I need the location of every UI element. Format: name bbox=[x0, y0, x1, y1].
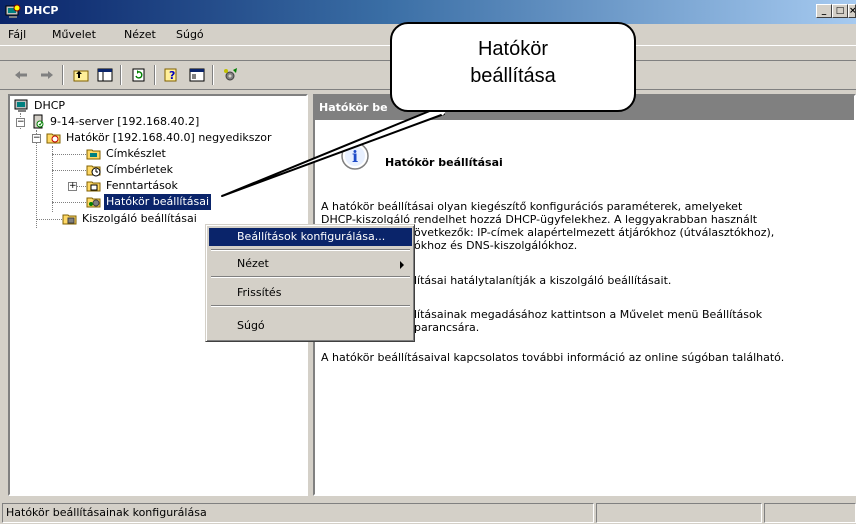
close-button[interactable]: × bbox=[848, 4, 856, 18]
menu-item-refresh[interactable]: Frissítés bbox=[209, 284, 412, 302]
details-text-line: övetkezők: IP-címek alapértelmezett átjá… bbox=[414, 226, 775, 239]
help-icon[interactable]: ? bbox=[162, 65, 184, 85]
details-text-line: A hatókör beállításai olyan kiegészítő k… bbox=[321, 200, 743, 213]
menu-item-view[interactable]: Nézet bbox=[209, 255, 412, 273]
refresh-icon[interactable] bbox=[128, 65, 150, 85]
toolbar-separator bbox=[120, 65, 122, 85]
menu-item-label: Nézet bbox=[237, 257, 269, 270]
menu-view[interactable]: Nézet bbox=[124, 28, 156, 41]
details-text-line: parancsára. bbox=[414, 321, 480, 334]
dhcp-app-icon bbox=[5, 4, 21, 18]
window-title: DHCP bbox=[24, 4, 59, 17]
toolbar-separator bbox=[62, 65, 64, 85]
annotation-callout: Hatókör beállítása bbox=[390, 22, 636, 112]
tree-collapse-toggle[interactable]: − bbox=[16, 118, 25, 127]
details-text-line: lításai hatálytalanítják a kiszolgáló be… bbox=[414, 274, 672, 287]
svg-text:i: i bbox=[352, 147, 358, 166]
title-bar[interactable]: DHCP _ □ × bbox=[0, 0, 856, 24]
up-folder-icon[interactable] bbox=[70, 65, 92, 85]
tree-label: Hatókör beállításai bbox=[104, 194, 212, 210]
server-icon bbox=[33, 114, 44, 129]
dhcp-icon bbox=[14, 99, 28, 112]
status-panel bbox=[764, 503, 856, 523]
dhcp-window: DHCP _ □ × Fájl Művelet Nézet Súgó ? DHC… bbox=[0, 0, 856, 524]
minimize-button[interactable]: _ bbox=[816, 4, 832, 18]
details-title: Hatókör beállításai bbox=[385, 156, 503, 169]
tree-expand-toggle[interactable]: + bbox=[68, 182, 77, 191]
menu-item-help[interactable]: Súgó bbox=[209, 317, 412, 335]
menu-separator bbox=[211, 305, 410, 307]
menu-item-configure-options[interactable]: Beállítások konfigurálása... bbox=[209, 228, 412, 246]
callout-text-line: beállítása bbox=[470, 65, 556, 87]
tree-connector bbox=[52, 154, 88, 155]
menu-file[interactable]: Fájl bbox=[8, 28, 26, 41]
tree-label: Fenntartások bbox=[106, 179, 178, 192]
reservations-icon bbox=[86, 181, 101, 192]
leases-icon bbox=[86, 165, 101, 177]
svg-text:?: ? bbox=[169, 69, 175, 82]
tree-label: 9-14-server [192.168.40.2] bbox=[50, 115, 200, 128]
back-arrow-icon[interactable] bbox=[10, 65, 32, 85]
tree-connector bbox=[52, 202, 88, 203]
maximize-button[interactable]: □ bbox=[832, 4, 848, 18]
tree-label: DHCP bbox=[34, 99, 66, 112]
scope-folder-icon bbox=[46, 133, 61, 144]
tree-connector bbox=[36, 130, 37, 228]
address-pool-icon bbox=[86, 149, 101, 160]
show-hide-tree-icon[interactable] bbox=[94, 65, 116, 85]
toolbar-separator bbox=[154, 65, 156, 85]
status-text: Hatókör beállításainak konfigurálása bbox=[2, 503, 594, 523]
tree-label: Kiszolgáló beállításai bbox=[82, 212, 197, 225]
menu-action[interactable]: Művelet bbox=[52, 28, 96, 41]
tree-label: Címkészlet bbox=[106, 147, 166, 160]
tree-connector bbox=[52, 170, 88, 171]
tree-connector bbox=[36, 219, 62, 220]
console-icon[interactable] bbox=[186, 65, 208, 85]
menu-separator bbox=[211, 249, 410, 251]
details-text-line: lításainak megadásához kattintson a Műve… bbox=[414, 308, 763, 321]
menu-separator bbox=[211, 276, 410, 278]
context-menu: Beállítások konfigurálása... Nézet Friss… bbox=[205, 224, 415, 342]
details-text-line: A hatókör beállításaival kapcsolatos tov… bbox=[321, 351, 785, 364]
tree-label: Címbérletek bbox=[106, 163, 173, 176]
details-text-line: ókhoz és DNS-kiszolgálókhoz. bbox=[414, 239, 578, 252]
menu-help[interactable]: Súgó bbox=[176, 28, 204, 41]
status-bar: Hatókör beállításainak konfigurálása bbox=[0, 500, 856, 524]
server-options-icon bbox=[62, 214, 77, 225]
callout-text-line: Hatókör bbox=[477, 38, 549, 60]
tree-collapse-toggle[interactable]: − bbox=[32, 134, 41, 143]
scope-options-icon bbox=[86, 197, 101, 208]
toolbar-separator bbox=[212, 65, 214, 85]
submenu-arrow-icon bbox=[400, 261, 404, 269]
forward-arrow-icon[interactable] bbox=[36, 65, 58, 85]
options-icon[interactable] bbox=[220, 65, 242, 85]
status-panel bbox=[596, 503, 762, 523]
tree-label: Hatókör [192.168.40.0] negyedikszor bbox=[66, 131, 272, 144]
info-icon: i bbox=[341, 142, 369, 170]
